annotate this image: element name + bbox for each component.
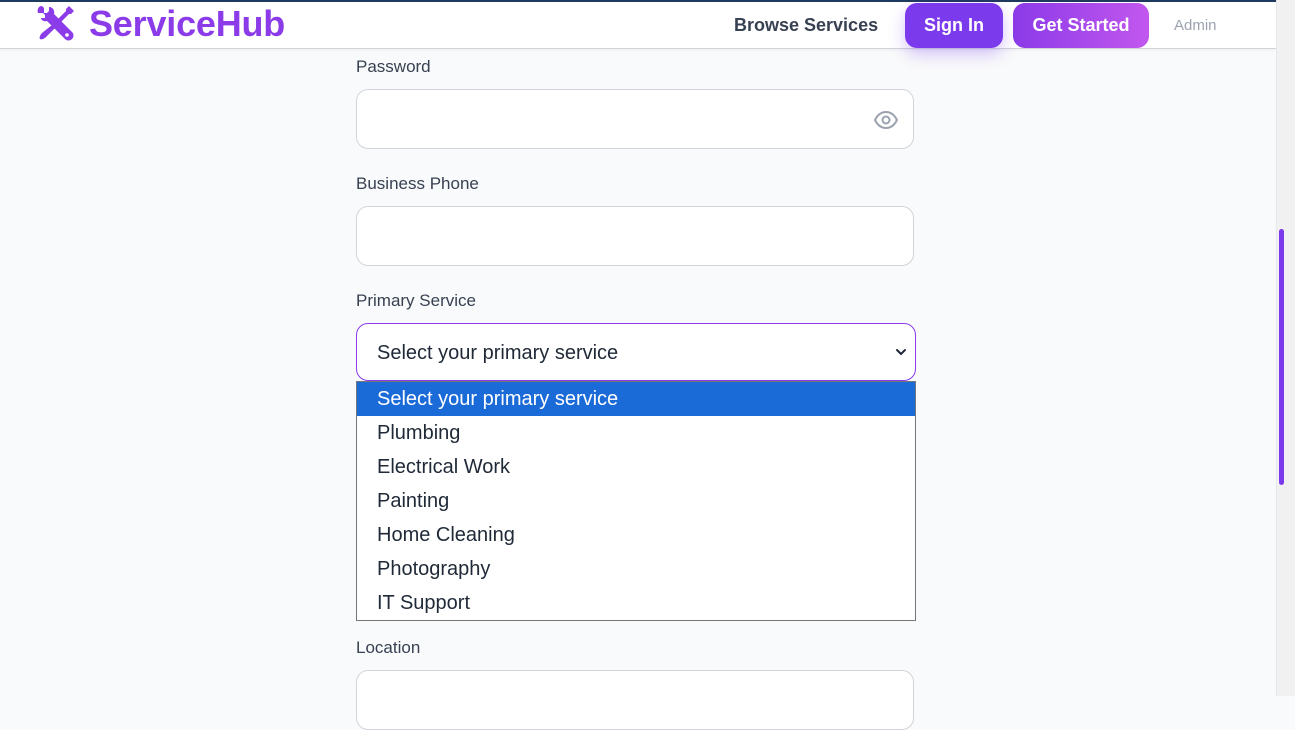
option-painting[interactable]: Painting bbox=[357, 484, 915, 518]
option-electrical-work[interactable]: Electrical Work bbox=[357, 450, 915, 484]
nav-browse-services[interactable]: Browse Services bbox=[734, 14, 878, 36]
eye-icon[interactable] bbox=[873, 109, 899, 131]
location-label: Location bbox=[356, 638, 421, 657]
primary-service-select[interactable]: Select your primary service bbox=[356, 323, 916, 381]
brand-logo[interactable]: ServiceHub bbox=[36, 3, 285, 45]
password-label: Password bbox=[356, 57, 431, 76]
brand-name: ServiceHub bbox=[89, 3, 286, 44]
site-header: ServiceHub Browse Services Sign In Get S… bbox=[0, 2, 1276, 49]
nav-admin-link[interactable]: Admin bbox=[1174, 17, 1217, 35]
primary-service-label: Primary Service bbox=[356, 291, 476, 310]
option-select-your-primary-service[interactable]: Select your primary service bbox=[357, 382, 915, 416]
scrollbar-thumb[interactable] bbox=[1279, 229, 1284, 485]
option-photography[interactable]: Photography bbox=[357, 552, 915, 586]
password-field[interactable] bbox=[356, 89, 914, 149]
get-started-button[interactable]: Get Started bbox=[1013, 3, 1149, 48]
tools-icon bbox=[37, 6, 74, 41]
business-phone-label: Business Phone bbox=[356, 174, 479, 193]
option-home-cleaning[interactable]: Home Cleaning bbox=[357, 518, 915, 552]
option-plumbing[interactable]: Plumbing bbox=[357, 416, 915, 450]
business-phone-field[interactable] bbox=[356, 206, 914, 266]
primary-service-options: Select your primary service Plumbing Ele… bbox=[356, 381, 916, 621]
location-field[interactable] bbox=[356, 670, 914, 730]
sign-in-button[interactable]: Sign In bbox=[905, 3, 1003, 48]
chevron-down-icon bbox=[896, 349, 906, 356]
primary-service-selected-value: Select your primary service bbox=[377, 342, 619, 364]
option-it-support[interactable]: IT Support bbox=[357, 586, 915, 620]
